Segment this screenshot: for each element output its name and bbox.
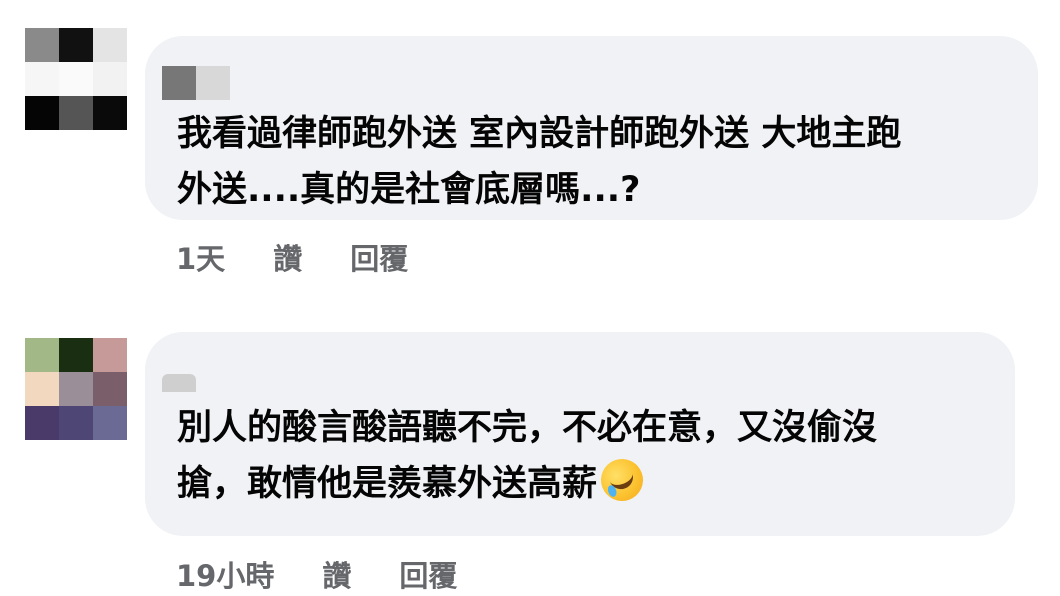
comment-text-line: 別人的酸言酸語聽不完，不必在意，又沒偷沒	[177, 408, 878, 448]
avatar-pixel	[59, 406, 93, 440]
comment-bubble: 別人的酸言酸語聽不完，不必在意，又沒偷沒 搶，敢情他是羨慕外送高薪	[145, 332, 1015, 536]
avatar-pixel	[25, 406, 59, 440]
rolling-on-floor-laughing-emoji-icon	[595, 453, 649, 507]
reply-button[interactable]: 回覆	[399, 553, 457, 595]
name-censor-block	[162, 374, 196, 392]
avatar-pixel	[93, 406, 127, 440]
avatar-pixel	[59, 338, 93, 372]
comment-text-segment: 搶，敢情他是羨慕外送高薪	[177, 464, 598, 504]
timestamp[interactable]: 19小時	[176, 553, 274, 595]
comment-text-line: 搶，敢情他是羨慕外送高薪	[177, 453, 877, 512]
avatar-pixel	[25, 338, 59, 372]
comment-actions: 19小時 讚 回覆	[176, 553, 457, 595]
like-button[interactable]: 讚	[322, 553, 351, 595]
comment-text: 別人的酸言酸語聽不完，不必在意，又沒偷沒 搶，敢情他是羨慕外送高薪	[177, 400, 877, 512]
avatar-pixel	[93, 338, 127, 372]
comment-2: 別人的酸言酸語聽不完，不必在意，又沒偷沒 搶，敢情他是羨慕外送高薪 19小時 讚…	[0, 0, 1060, 596]
avatar-pixel	[93, 372, 127, 406]
avatar-pixel	[25, 372, 59, 406]
commenter-name[interactable]	[162, 374, 196, 392]
avatar[interactable]	[25, 338, 127, 440]
avatar-pixel	[59, 372, 93, 406]
